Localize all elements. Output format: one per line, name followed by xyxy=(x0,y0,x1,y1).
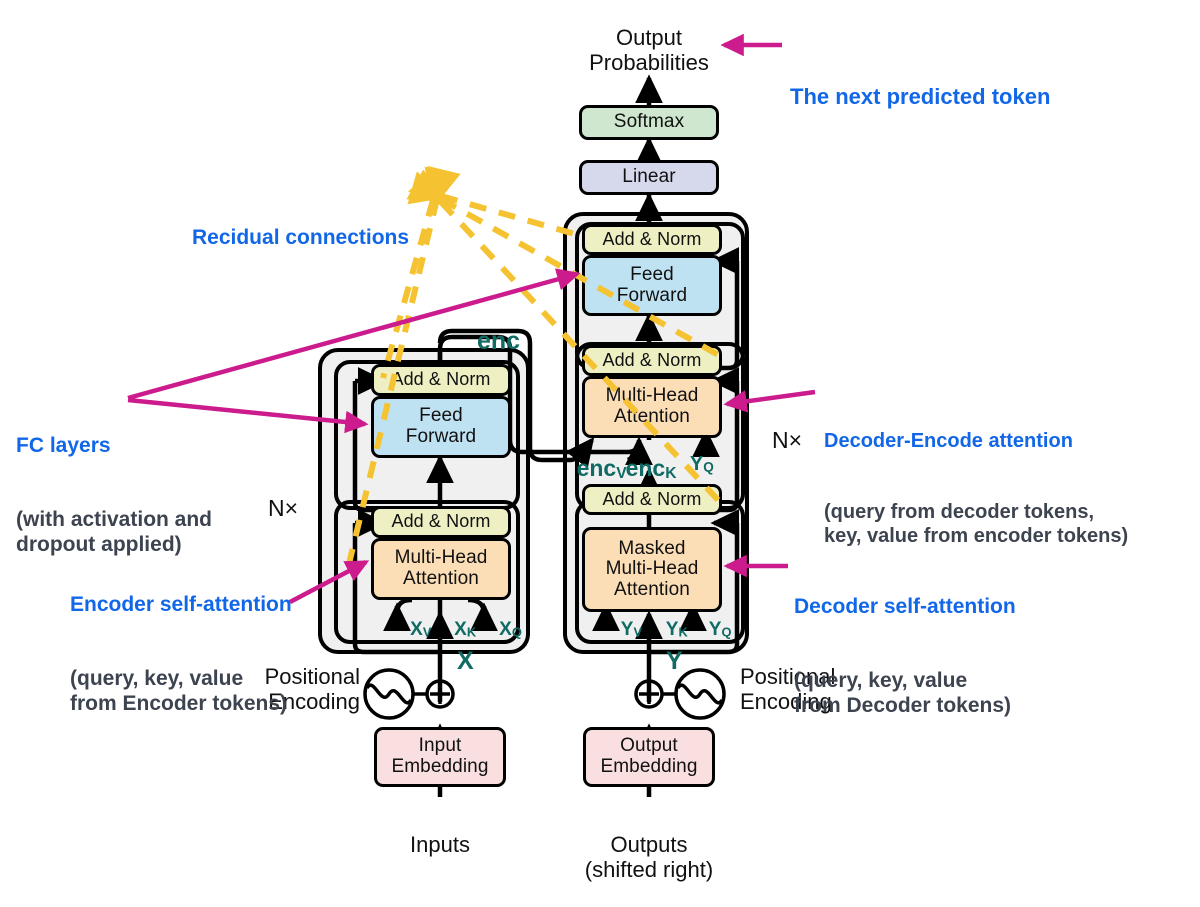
diagram-canvas: Softmax Linear Output Probabilities Add … xyxy=(0,0,1200,907)
arrow-encoder-self-attention xyxy=(288,560,370,604)
arrow-cross-attention xyxy=(723,389,816,413)
callout-arrows xyxy=(127,33,816,604)
arrow-fc-decoder-ff xyxy=(127,268,581,401)
arrow-fc-encoder-ff xyxy=(127,397,369,434)
